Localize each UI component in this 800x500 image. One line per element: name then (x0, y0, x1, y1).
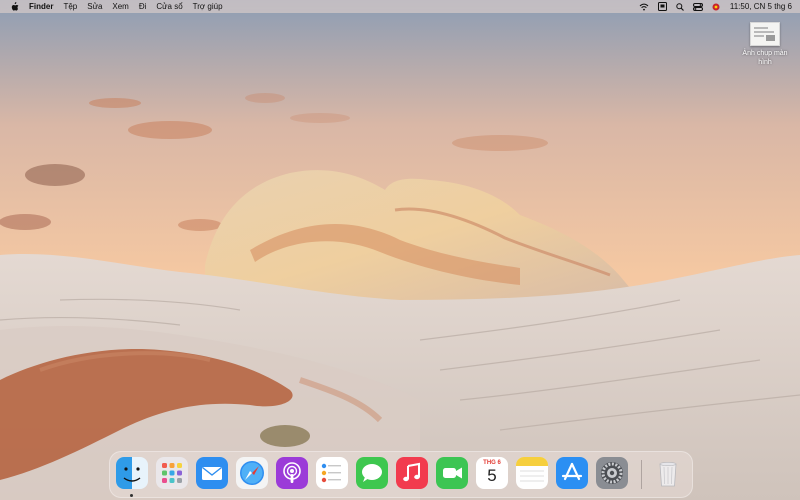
safari-icon[interactable] (236, 457, 268, 489)
menu-window[interactable]: Cửa sổ (156, 0, 182, 13)
menu-bar: Finder Tệp Sửa Xem Đi Cửa sổ Trợ giúp 11… (0, 0, 800, 13)
control-center-icon[interactable] (692, 2, 703, 11)
messages-icon[interactable] (356, 457, 388, 489)
system-preferences-icon[interactable] (596, 457, 628, 489)
menu-edit[interactable]: Sửa (87, 0, 102, 13)
hanging-display-icon[interactable] (657, 2, 667, 11)
app-store-icon[interactable] (556, 457, 588, 489)
finder-running-indicator (130, 494, 133, 497)
menu-go[interactable]: Đi (139, 0, 147, 13)
calendar-day: 5 (487, 466, 497, 485)
menu-view[interactable]: Xem (112, 0, 128, 13)
menu-help[interactable]: Trợ giúp (193, 0, 223, 13)
notes-icon[interactable] (516, 457, 548, 489)
launchpad-icon[interactable] (156, 457, 188, 489)
menu-file[interactable]: Tệp (63, 0, 77, 13)
wifi-icon[interactable] (639, 3, 649, 11)
reminders-icon[interactable] (316, 457, 348, 489)
dock: THG 6 5 (109, 451, 693, 498)
mail-icon[interactable] (196, 457, 228, 489)
podcasts-icon[interactable] (276, 457, 308, 489)
flag-icon[interactable] (712, 3, 720, 11)
music-icon[interactable] (396, 457, 428, 489)
desktop-screenshot-file[interactable]: Ảnh chụp màn hình (737, 22, 793, 67)
search-icon[interactable] (676, 2, 684, 11)
trash-icon[interactable] (652, 457, 684, 489)
desktop-file-label: Ảnh chụp màn hình (742, 50, 788, 66)
menu-app-name[interactable]: Finder (29, 0, 53, 13)
apple-menu-icon[interactable] (10, 1, 19, 12)
screenshot-thumbnail-icon (750, 22, 780, 46)
desktop-wallpaper (0, 0, 800, 500)
dock-separator (641, 460, 642, 489)
calendar-icon[interactable]: THG 6 5 (476, 457, 508, 489)
menu-clock[interactable]: 11:50, CN 5 thg 6 (730, 2, 792, 11)
facetime-icon[interactable] (436, 457, 468, 489)
finder-icon[interactable] (116, 457, 148, 489)
